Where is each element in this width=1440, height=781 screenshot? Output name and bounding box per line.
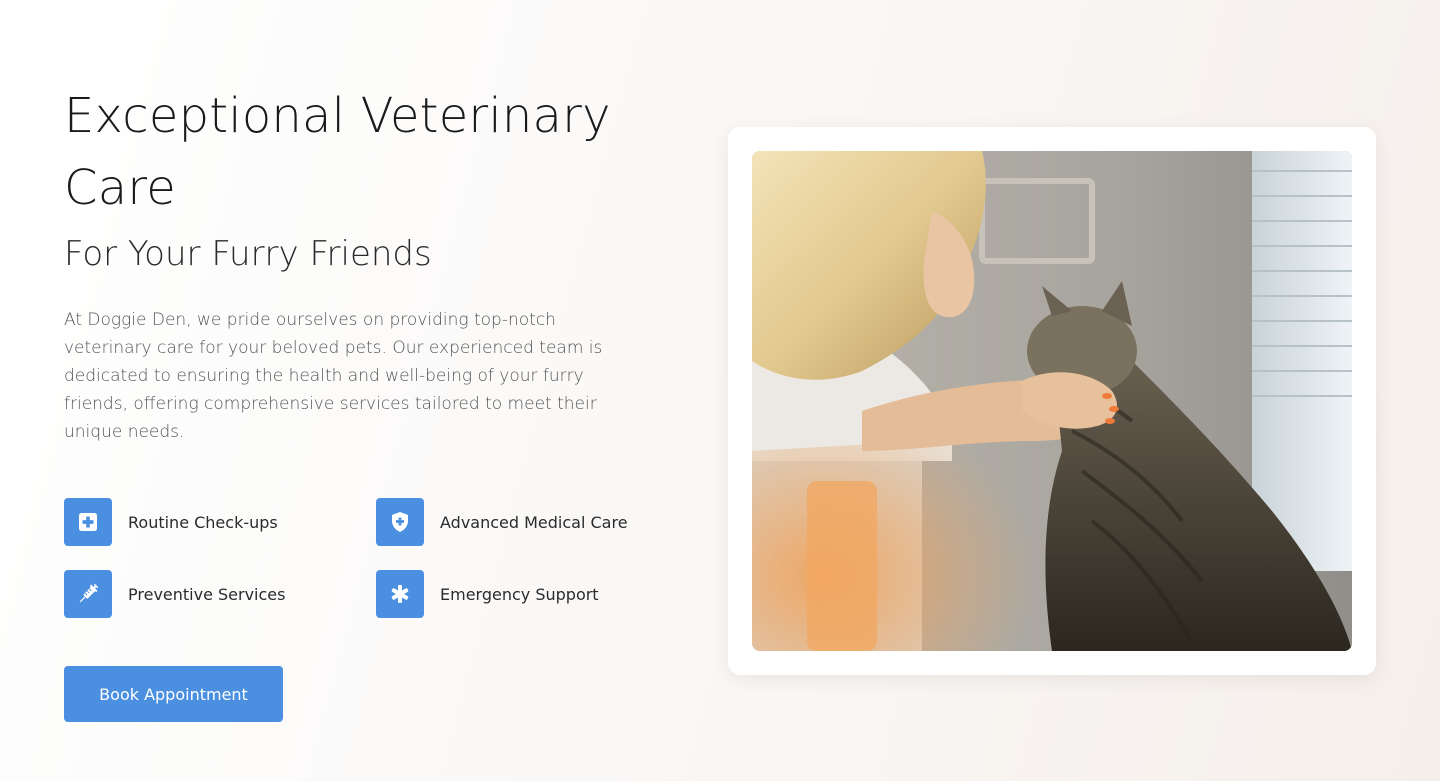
feature-label: Routine Check-ups <box>128 512 278 532</box>
woman-petting-cat-photo <box>752 151 1352 651</box>
hero-text-column: Exceptional Veterinary Care For Your Fur… <box>64 80 664 722</box>
feature-item-emergency-support: Emergency Support <box>376 570 599 618</box>
book-appointment-button[interactable]: Book Appointment <box>64 666 283 722</box>
hero-title: Exceptional Veterinary Care <box>64 88 611 216</box>
syringe-icon <box>64 570 112 618</box>
asterisk-icon <box>376 570 424 618</box>
hero-subtitle: For Your Furry Friends <box>64 234 432 274</box>
feature-item-routine-checkups: Routine Check-ups <box>64 498 278 546</box>
hero-description: At Doggie Den, we pride ourselves on pro… <box>64 310 603 442</box>
medical-kit-icon <box>64 498 112 546</box>
feature-label: Emergency Support <box>440 584 599 604</box>
feature-item-advanced-medical-care: Advanced Medical Care <box>376 498 628 546</box>
feature-label: Preventive Services <box>128 584 286 604</box>
hero-image-card <box>728 127 1376 675</box>
hero-section: Exceptional Veterinary Care For Your Fur… <box>0 0 1440 781</box>
feature-item-preventive-services: Preventive Services <box>64 570 285 618</box>
shield-plus-icon <box>376 498 424 546</box>
feature-label: Advanced Medical Care <box>440 512 628 532</box>
